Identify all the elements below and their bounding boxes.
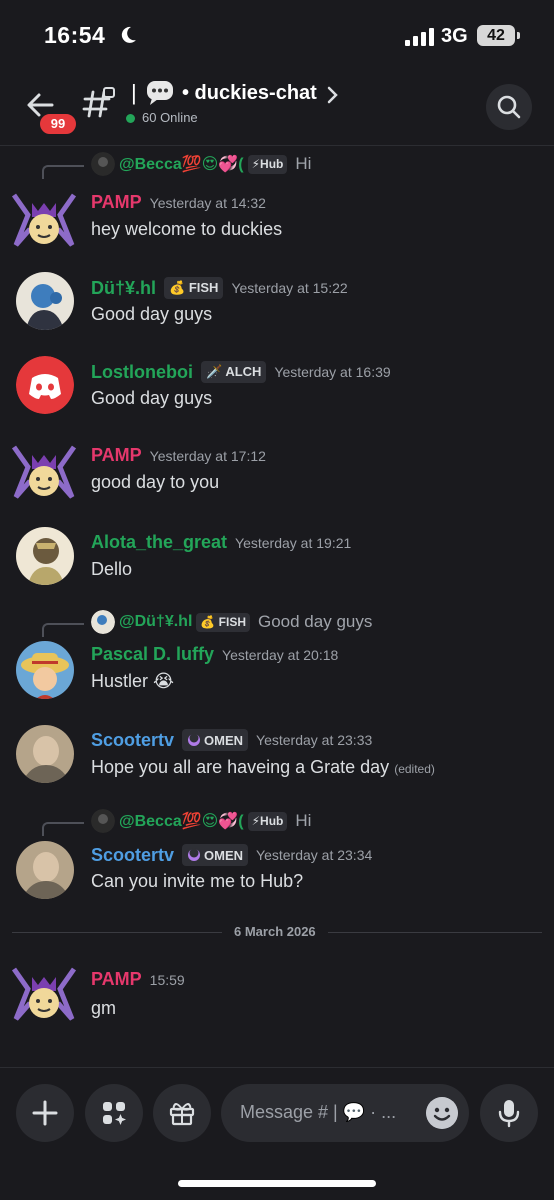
username[interactable]: PAMP	[91, 192, 142, 213]
timestamp: Yesterday at 15:22	[231, 280, 348, 296]
reply-preview[interactable]: @Dü†¥.hl 💰 FISH Good day guys	[91, 610, 372, 634]
message-text: good day to you	[91, 472, 220, 492]
timestamp: Yesterday at 20:18	[222, 646, 339, 663]
role-tag: OMEN	[182, 729, 249, 751]
status-bar: 16:54 3G 42	[0, 0, 554, 72]
avatar[interactable]	[10, 185, 78, 253]
timestamp: Yesterday at 16:39	[274, 364, 391, 380]
message-text: Hope you all are haveing a Grate day (ed…	[91, 757, 435, 778]
reply-text: Hi	[295, 154, 312, 173]
message-text: Good day guys	[91, 388, 213, 408]
network-type: 3G	[441, 25, 468, 47]
message-input[interactable]: Message # | 💬 · ...	[221, 1084, 469, 1142]
username[interactable]: Lostloneboi	[91, 362, 193, 383]
role-tag: 🗡️ ALCH	[201, 361, 267, 383]
avatar[interactable]	[16, 356, 74, 414]
reply-tag: 💰 FISH	[196, 612, 250, 632]
role-tag-label: OMEN	[204, 732, 244, 748]
crescent-icon	[188, 848, 201, 861]
battery-icon: 42	[477, 25, 520, 46]
reply-text: Hi	[295, 811, 312, 830]
timestamp: 15:59	[149, 971, 185, 988]
crescent-icon	[188, 733, 201, 746]
reply-avatar	[91, 152, 115, 176]
reply-tag: ⚡Hub	[247, 154, 288, 174]
apps-button[interactable]	[85, 1084, 143, 1142]
avatar[interactable]	[16, 272, 74, 330]
message-text: Can you invite me to Hub?	[91, 871, 304, 891]
reply-preview[interactable]: @Becca💯😍💞( ⚡Hub Hi	[91, 809, 311, 833]
signal-icon	[405, 28, 434, 46]
home-indicator[interactable]	[178, 1180, 376, 1187]
reply-preview[interactable]: @Becca💯😍💞( ⚡Hub Hi	[91, 152, 311, 176]
avatar[interactable]	[10, 437, 78, 505]
channel-name[interactable]: • duckies-chat	[182, 82, 317, 105]
search-button[interactable]	[486, 84, 532, 130]
unread-badge: 99	[38, 112, 78, 136]
gift-icon	[169, 1103, 195, 1126]
username[interactable]: Pascal D. luffy	[91, 644, 214, 665]
timestamp: Yesterday at 23:34	[256, 847, 373, 863]
username[interactable]: PAMP	[91, 445, 142, 466]
username[interactable]: Dü†¥.hl	[91, 278, 156, 299]
apps-icon	[103, 1102, 126, 1125]
moon-icon	[121, 26, 136, 43]
reply-avatar	[91, 809, 115, 833]
avatar[interactable]	[16, 725, 74, 783]
role-tag: OMEN	[182, 844, 249, 866]
message-text: Good day guys	[91, 304, 213, 324]
avatar[interactable]	[16, 527, 74, 585]
online-status-dot	[126, 114, 135, 123]
plus-icon	[32, 1100, 58, 1126]
avatar[interactable]	[16, 841, 74, 899]
avatar[interactable]	[10, 959, 78, 1027]
date-divider: 6 March 2026	[222, 924, 328, 939]
microphone-icon	[498, 1100, 520, 1128]
reply-text: Good day guys	[258, 612, 373, 631]
username[interactable]: Scootertv	[91, 845, 174, 866]
chevron-right-icon[interactable]	[326, 86, 340, 104]
avatar[interactable]	[16, 641, 74, 699]
username[interactable]: Alota_the_great	[91, 532, 227, 553]
reply-author: @Becca💯😍💞(	[119, 813, 244, 830]
emoji-icon[interactable]	[426, 1097, 458, 1129]
message-text: Hustler 😭	[91, 671, 175, 691]
reply-author: @Becca💯😍💞(	[119, 156, 244, 173]
gift-button[interactable]	[153, 1084, 211, 1142]
add-button[interactable]	[16, 1084, 74, 1142]
chat-bubble-icon	[147, 81, 173, 105]
message-body: Hope you all are haveing a Grate day	[91, 757, 390, 777]
username[interactable]: Scootertv	[91, 730, 174, 751]
timestamp: Yesterday at 19:21	[235, 534, 352, 551]
message-text: Dello	[91, 559, 133, 579]
status-time: 16:54	[44, 22, 106, 48]
role-tag: 💰 FISH	[164, 277, 224, 299]
channel-header: 99 | • duckies-chat 60 Online	[0, 72, 554, 146]
timestamp: Yesterday at 14:32	[149, 194, 266, 211]
online-count: 60 Online	[142, 110, 198, 125]
message-input-placeholder: Message # | 💬 · ...	[240, 1102, 397, 1122]
reply-author: @Dü†¥.hl	[119, 613, 193, 630]
timestamp: Yesterday at 23:33	[256, 732, 373, 748]
reply-avatar	[91, 610, 115, 634]
timestamp: Yesterday at 17:12	[149, 447, 266, 464]
role-tag-label: OMEN	[204, 847, 244, 863]
message-text: hey welcome to duckies	[91, 219, 283, 239]
message-text: gm	[91, 998, 117, 1018]
username[interactable]: PAMP	[91, 969, 142, 990]
reply-tag: ⚡Hub	[247, 811, 288, 831]
message-list[interactable]: @Becca💯😍💞( ⚡Hub Hi PAMP Yesterday at 14:…	[0, 147, 554, 1067]
voice-button[interactable]	[480, 1084, 538, 1142]
edited-label: (edited)	[394, 762, 435, 776]
thread-icon	[82, 87, 115, 118]
search-icon	[497, 95, 521, 119]
channel-prefix: |	[131, 80, 137, 105]
